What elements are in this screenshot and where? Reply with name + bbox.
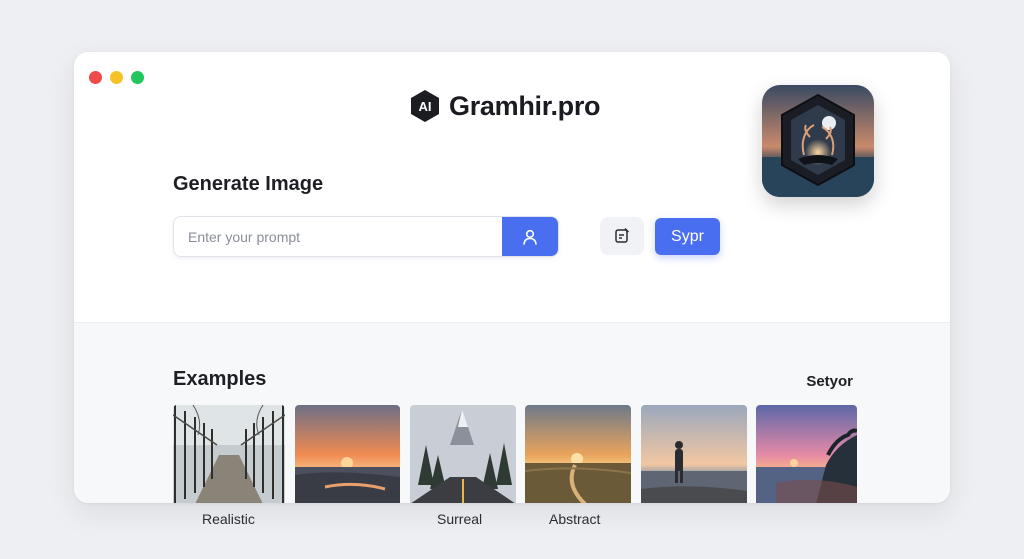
maximize-window-button[interactable] (131, 71, 144, 84)
app-artwork-icon (762, 85, 874, 197)
example-thumbnail-person-shore[interactable] (641, 405, 747, 503)
ai-logo-icon: AI (410, 89, 440, 123)
logo-text: AI (418, 98, 432, 114)
example-caption-3: Surreal (437, 511, 483, 527)
document-edit-icon (615, 228, 629, 243)
minimize-window-button[interactable] (110, 71, 123, 84)
example-thumbnail-snowy-road[interactable] (410, 405, 516, 503)
prompt-input[interactable] (174, 217, 502, 256)
app-window: AI Gramhir.pro Generate Image Enter your… (74, 52, 950, 503)
generate-submit-button[interactable] (502, 217, 558, 256)
examples-title: Examples (173, 368, 267, 390)
examples-link[interactable]: Setyor (806, 373, 853, 390)
prompt-bar (173, 216, 559, 257)
brand[interactable]: AI Gramhir.pro (410, 89, 601, 123)
example-caption-1: Realistic (202, 511, 255, 527)
example-thumbnail-orange-sunset[interactable] (295, 405, 400, 503)
example-thumbnail-field-sunset[interactable] (525, 405, 631, 503)
example-thumbnail-fence-path[interactable] (173, 405, 285, 503)
window-controls (89, 71, 144, 84)
example-thumbnail-pink-coast[interactable] (756, 405, 857, 503)
examples-section: Examples Setyor (74, 322, 950, 503)
generate-title: Generate Image (173, 173, 324, 195)
example-caption-4: Abstract (549, 511, 601, 527)
close-window-button[interactable] (89, 71, 102, 84)
user-icon (523, 229, 537, 245)
brand-name: Gramhir.pro (449, 90, 601, 121)
primary-action-button[interactable]: Sypr (655, 218, 720, 255)
document-edit-button[interactable] (600, 217, 644, 255)
